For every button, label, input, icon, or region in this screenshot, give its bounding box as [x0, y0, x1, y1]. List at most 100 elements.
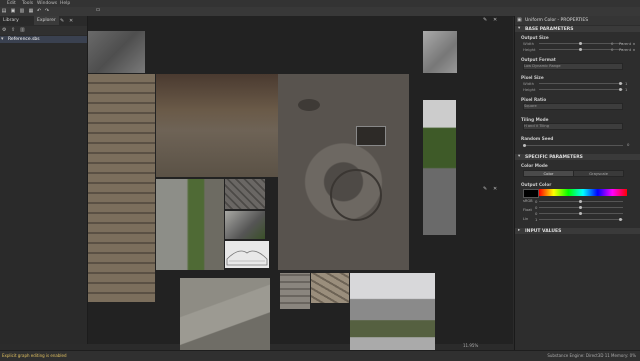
redo-icon[interactable]: ↷	[44, 9, 50, 14]
small-cover-shape	[298, 99, 320, 111]
channel-float[interactable]: Float	[523, 208, 532, 212]
color-g-value: 0	[535, 205, 538, 210]
pixel-height-value: 1	[625, 87, 628, 92]
output-height-mode[interactable]: Parent ×	[619, 47, 636, 52]
canvas-close2-icon[interactable]: ✕	[493, 186, 497, 192]
reference-image-curb-small[interactable]	[225, 211, 265, 239]
save-all-icon[interactable]: ▦	[28, 9, 34, 14]
color-r-value: 0	[535, 199, 538, 204]
color-a-slider[interactable]	[539, 217, 623, 221]
color-b-slider[interactable]	[539, 211, 623, 215]
output-format-label: Output Format	[521, 57, 556, 62]
hue-gradient[interactable]	[539, 189, 627, 196]
reference-image-curb-perspective[interactable]	[180, 278, 270, 356]
color-mode-label: Color Mode	[521, 163, 548, 168]
reference-image-manhole[interactable]	[278, 74, 409, 270]
width-label: Width	[523, 41, 535, 46]
height-label: Height	[523, 47, 536, 52]
menu-edit[interactable]: Edit	[7, 1, 16, 6]
reference-image-cobble-small[interactable]	[225, 179, 265, 209]
menu-help[interactable]: Help	[60, 1, 70, 6]
color-swatch[interactable]	[523, 189, 539, 198]
pixel-ratio-select[interactable]: Square	[523, 103, 623, 110]
pixel-width-slider[interactable]	[539, 81, 623, 85]
close-icon[interactable]: ✕	[69, 18, 73, 24]
channel-srgb[interactable]: sRGB	[523, 199, 533, 203]
reference-image-cobble-strip[interactable]	[88, 74, 155, 302]
color-mode-color-button[interactable]: Color	[523, 170, 574, 177]
color-mode-grayscale-button[interactable]: Grayscale	[573, 170, 624, 177]
color-b-value: 0	[535, 211, 538, 216]
chevron-right-icon: ▸	[518, 228, 521, 233]
reference-image-cobble-bottom-2[interactable]	[311, 273, 349, 303]
save-icon[interactable]: ▥	[19, 9, 25, 14]
graph-canvas[interactable]: 11.95% ✎ ✕ ✎ ✕	[88, 16, 513, 358]
pixel-size-label: Pixel Size	[521, 75, 544, 80]
save-package-icon[interactable]: ▥	[20, 27, 25, 33]
explorer-item-label: Reference.sbs	[8, 37, 40, 42]
pixel-height-slider[interactable]	[539, 87, 623, 91]
canvas-pin-icon[interactable]: ✎	[483, 186, 487, 192]
menu-tools[interactable]: Tools	[22, 1, 33, 6]
color-g-slider[interactable]	[539, 205, 623, 209]
reference-image-street-planter[interactable]	[350, 273, 435, 358]
properties-panel: ▣ Uniform Color - PROPERTIES ▾ BASE PARA…	[514, 16, 640, 350]
reference-image-right-1[interactable]	[423, 31, 457, 73]
reference-image-sidewalk[interactable]	[156, 179, 224, 270]
pixel-ratio-label: Pixel Ratio	[521, 97, 547, 102]
canvas-close-icon[interactable]: ✕	[493, 17, 497, 23]
menu-windows[interactable]: Windows	[37, 1, 57, 6]
pixel-width-label: Width	[523, 81, 535, 86]
section-title: INPUT VALUES	[525, 228, 562, 234]
reference-image-right-2[interactable]	[423, 100, 456, 235]
output-color-label: Output Color	[521, 182, 552, 187]
output-size-label: Output Size	[521, 35, 549, 40]
output-width-value: 0	[611, 41, 614, 46]
export-icon[interactable]: ⇪	[11, 27, 15, 33]
color-r-slider[interactable]	[539, 199, 623, 203]
random-seed-value: 0	[627, 142, 630, 147]
open-folder-icon[interactable]: ▣	[10, 9, 16, 14]
properties-title: Uniform Color - PROPERTIES	[525, 18, 589, 23]
reference-image-curb-diagram[interactable]	[225, 241, 269, 268]
channel-lin[interactable]: Lin	[523, 217, 528, 221]
tiling-mode-select[interactable]: H and V Tiling	[523, 123, 623, 130]
color-a-value: 1	[535, 217, 538, 222]
new-package-icon[interactable]: ⚙	[2, 27, 6, 33]
display-icon[interactable]: ▭	[95, 8, 101, 13]
chevron-down-icon: ▾	[518, 154, 521, 159]
chevron-down-icon: ▾	[518, 26, 521, 31]
pixel-width-value: 1	[625, 81, 628, 86]
undo-icon[interactable]: ↶	[36, 9, 42, 14]
section-title: SPECIFIC PARAMETERS	[525, 154, 583, 160]
tiling-mode-label: Tiling Mode	[521, 117, 549, 122]
output-height-value: 0	[611, 47, 614, 52]
tab-explorer[interactable]: Explorer	[34, 16, 59, 25]
section-specific-parameters[interactable]: ▾ SPECIFIC PARAMETERS	[515, 154, 640, 160]
manhole-cover-shape	[330, 169, 382, 221]
grate-shape	[356, 126, 386, 146]
random-seed-slider[interactable]	[523, 143, 623, 147]
section-input-values[interactable]: ▸ INPUT VALUES	[515, 228, 640, 234]
chevron-down-icon[interactable]: ▾	[1, 36, 4, 42]
section-base-parameters[interactable]: ▾ BASE PARAMETERS	[515, 26, 640, 32]
random-seed-label: Random Seed	[521, 136, 554, 141]
node-icon: ▣	[517, 17, 522, 23]
pixel-height-label: Height	[523, 87, 536, 92]
output-width-mode[interactable]: Parent ×	[619, 41, 636, 46]
zoom-level: 11.95%	[463, 343, 479, 348]
reference-image-street[interactable]	[156, 74, 278, 177]
explorer-toolbar: ⚙ ⇪ ▥	[0, 26, 87, 35]
explorer-item-reference[interactable]: ▾ Reference.sbs	[0, 36, 87, 43]
tab-library[interactable]: Library	[0, 16, 22, 25]
reference-image-cobble-bottom-1[interactable]	[280, 273, 310, 309]
status-engine: Substance Engine: Direct3D 11 Memory: 0%	[547, 353, 636, 358]
status-bar: Explicit graph editing is enabled Substa…	[0, 350, 640, 361]
explorer-panel: Library Explorer ✎ ✕ ⚙ ⇪ ▥ ▾ Reference.s…	[0, 16, 88, 344]
reference-image-stone[interactable]	[88, 31, 145, 73]
new-file-icon[interactable]: ▤	[1, 9, 7, 14]
pin-icon[interactable]: ✎	[60, 18, 64, 24]
canvas-edit-icon[interactable]: ✎	[483, 17, 487, 23]
output-format-select[interactable]: Low Dynamic Range	[523, 63, 623, 70]
diagram-svg	[226, 250, 268, 266]
